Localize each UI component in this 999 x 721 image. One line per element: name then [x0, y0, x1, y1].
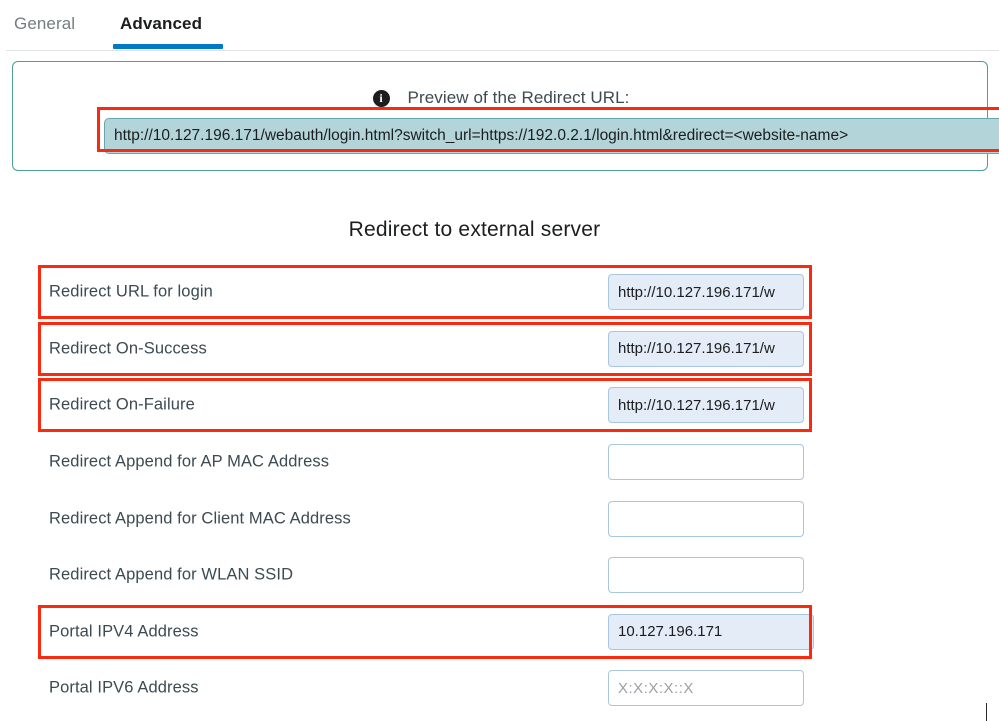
- form-row-input[interactable]: [608, 444, 804, 481]
- scrollbar-edge[interactable]: [986, 703, 987, 721]
- form-row-input[interactable]: X:X:X:X::X: [608, 670, 804, 707]
- section-title: Redirect to external server: [348, 218, 601, 241]
- input-value: 10.127.196.171: [618, 623, 723, 641]
- tab-bar-divider: [6, 50, 999, 51]
- tab-bar: General Advanced: [0, 0, 999, 52]
- tab-advanced-label: Advanced: [120, 14, 203, 33]
- input-value: http://10.127.196.171/w: [618, 340, 775, 358]
- form-row: Redirect Append for AP MAC Address: [0, 434, 999, 491]
- form-row-input[interactable]: http://10.127.196.171/w: [608, 330, 804, 367]
- tab-general[interactable]: General: [12, 12, 77, 50]
- form-row-label: Redirect On-Success: [49, 339, 207, 358]
- form-row: Portal IPV6 Address X:X:X:X::X: [0, 660, 999, 717]
- info-icon: i: [372, 89, 390, 107]
- highlight-box-preview-url: [97, 107, 999, 152]
- form-row: Redirect Append for Client MAC Address: [0, 490, 999, 547]
- form-row-input[interactable]: [608, 557, 804, 594]
- redirect-settings-form: Redirect URL for login http://10.127.196.…: [0, 264, 999, 717]
- form-row: Redirect URL for login http://10.127.196.…: [0, 264, 999, 321]
- form-row-input[interactable]: [608, 500, 804, 537]
- form-row-label: Redirect URL for login: [49, 282, 213, 301]
- form-row-label: Redirect On-Failure: [49, 395, 195, 414]
- form-row-label: Portal IPV4 Address: [49, 622, 199, 641]
- form-row-input[interactable]: http://10.127.196.171/w: [608, 387, 804, 424]
- input-placeholder: X:X:X:X::X: [618, 679, 694, 697]
- preview-label: Preview of the Redirect URL:: [407, 88, 630, 107]
- form-row-input[interactable]: http://10.127.196.171/w: [608, 274, 804, 311]
- form-row-label: Redirect Append for Client MAC Address: [49, 509, 351, 528]
- form-row: Redirect On-Success http://10.127.196.171…: [0, 321, 999, 378]
- input-value: http://10.127.196.171/w: [618, 283, 775, 301]
- form-row-label: Redirect Append for AP MAC Address: [49, 452, 330, 471]
- form-row-label: Redirect Append for WLAN SSID: [49, 565, 294, 584]
- form-row: Redirect On-Failure http://10.127.196.171…: [0, 377, 999, 434]
- form-row: Redirect Append for WLAN SSID: [0, 547, 999, 604]
- form-row-input[interactable]: 10.127.196.171: [608, 613, 814, 650]
- tab-active-indicator: [113, 44, 223, 49]
- advanced-settings-page: General Advanced i Preview of the Redire…: [0, 0, 999, 721]
- form-row-label: Portal IPV6 Address: [49, 678, 199, 697]
- preview-header: i Preview of the Redirect URL:: [13, 88, 989, 108]
- input-value: http://10.127.196.171/w: [618, 396, 775, 414]
- tab-general-label: General: [14, 14, 76, 33]
- form-row: Portal IPV4 Address 10.127.196.171: [0, 604, 999, 661]
